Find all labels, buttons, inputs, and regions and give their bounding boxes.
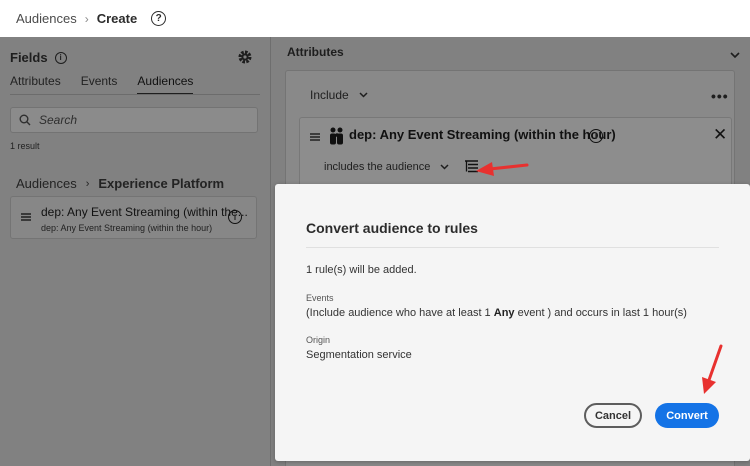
fields-tabs: Attributes Events Audiences [10,74,194,95]
gear-icon[interactable] [237,49,253,65]
drag-handle-icon[interactable] [310,133,320,141]
info-icon[interactable]: i [589,129,603,143]
events-value-prefix: (Include audience who have at least 1 [306,307,491,319]
result-count: 1 result [10,141,40,151]
audience-item-subtitle: dep: Any Event Streaming (within the hou… [41,223,213,233]
info-icon[interactable]: i [54,51,67,64]
include-dropdown[interactable]: Include [310,88,368,102]
include-label: Include [310,88,349,102]
tree-icon[interactable] [465,160,479,173]
folder-breadcrumb-current: Experience Platform [98,176,225,191]
breadcrumb-audiences[interactable]: Audiences [16,11,77,26]
tab-audiences[interactable]: Audiences [137,74,194,95]
convert-dialog: Convert audience to rules 1 rule(s) will… [275,184,750,461]
fields-title: Fields [10,50,48,65]
events-label: Events [306,293,334,303]
tabs-divider [10,94,260,95]
operator-label: includes the audience [324,160,431,173]
folder-breadcrumb-root[interactable]: Audiences [16,176,77,191]
close-icon[interactable]: ✕ [713,125,727,145]
help-icon[interactable]: ? [151,11,167,26]
chevron-down-icon[interactable] [730,52,740,59]
folder-breadcrumb: Audiences › Experience Platform [16,176,224,191]
more-icon[interactable]: ••• [711,88,729,104]
fields-title-row: Fields i [10,50,67,65]
convert-button[interactable]: Convert [655,403,719,428]
attributes-title: Attributes [287,45,344,59]
breadcrumb-separator-icon: › [84,11,89,26]
tab-events[interactable]: Events [81,74,118,95]
drag-handle-icon[interactable] [21,213,31,221]
dialog-title: Convert audience to rules [306,220,478,236]
info-icon[interactable]: i [228,210,242,224]
audience-item-title: dep: Any Event Streaming (within the... [41,205,248,219]
search-input[interactable]: Search [10,107,258,133]
tab-attributes[interactable]: Attributes [10,74,61,95]
top-bar: Audiences › Create ? [0,0,750,37]
fields-panel: Fields i Attributes Events Audiences Sea… [0,37,271,466]
origin-value: Segmentation service [306,349,412,361]
events-value-suffix: event ) and occurs in last 1 hour(s) [517,307,687,319]
operator-dropdown[interactable]: includes the audience [324,160,479,173]
breadcrumb-separator-icon: › [85,177,90,190]
chevron-down-icon [440,163,449,170]
audience-list-item[interactable]: dep: Any Event Streaming (within the... … [10,196,257,239]
origin-label: Origin [306,335,331,345]
dialog-divider [306,247,719,248]
page-title: Create [96,11,138,26]
condition-title: dep: Any Event Streaming (within the hou… [349,127,616,142]
search-icon [19,114,31,126]
events-value-emphasis: Any [493,307,515,319]
events-value: (Include audience who have at least 1 An… [306,307,687,319]
search-placeholder: Search [39,113,78,127]
cancel-button[interactable]: Cancel [584,403,642,428]
chevron-down-icon [359,92,368,98]
dialog-message: 1 rule(s) will be added. [306,264,417,276]
people-icon [330,127,343,145]
